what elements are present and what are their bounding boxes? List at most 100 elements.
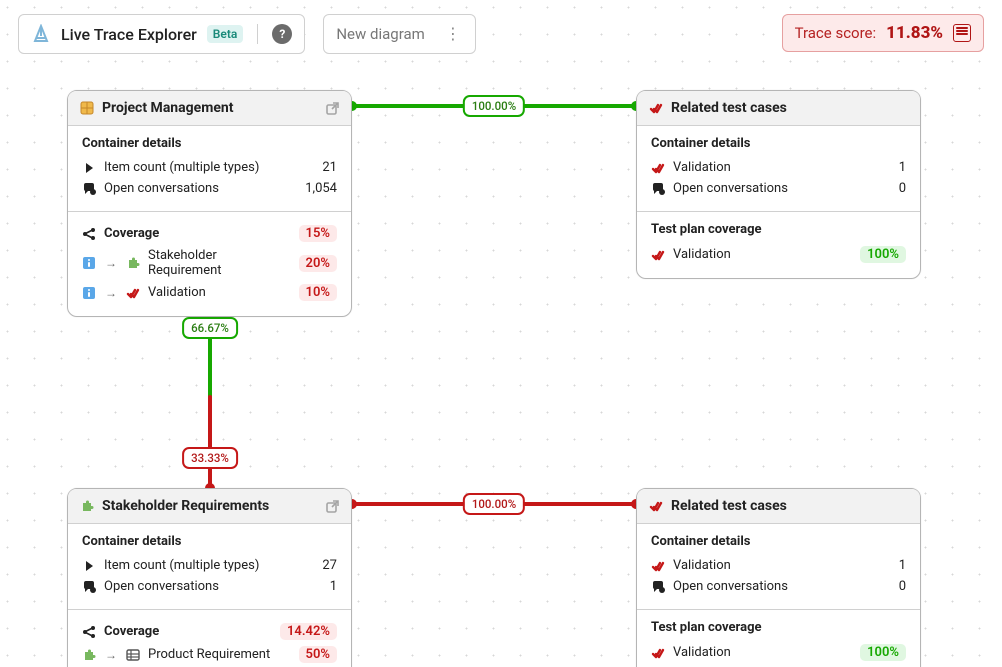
detail-row-item-count: Item count (multiple types) 27 — [82, 555, 337, 576]
coverage-section: Coverage 14.42% → Product Requirement 50… — [68, 609, 351, 667]
row-value: 20% — [299, 255, 337, 272]
row-value: 0 — [899, 579, 906, 594]
plan-row: Validation 100% — [651, 243, 906, 266]
puzzle-icon — [82, 648, 96, 662]
top-bar: Live Trace Explorer Beta ? New diagram ⋮ — [18, 14, 476, 54]
row-label: Stakeholder Requirement — [148, 248, 291, 278]
node-title: Project Management — [102, 100, 233, 116]
node-project-management[interactable]: Project Management Container details Ite… — [67, 90, 352, 317]
row-label: Validation — [673, 160, 731, 175]
row-value: 1 — [899, 558, 906, 573]
arrow-icon: → — [105, 256, 117, 270]
row-value: 1 — [330, 579, 337, 594]
node-related-tests-stakeholder[interactable]: Related test cases Container details Val… — [636, 488, 921, 667]
node-header: Project Management — [68, 91, 351, 126]
row-label: Item count (multiple types) — [104, 558, 259, 573]
container-details-section: Container details Item count (multiple t… — [68, 524, 351, 609]
row-label: Validation — [148, 285, 206, 300]
detail-row-item-count: Item count (multiple types) 21 — [82, 157, 337, 178]
row-value: 10% — [299, 284, 337, 301]
section-heading: Container details — [82, 534, 337, 549]
row-label: Validation — [673, 645, 731, 660]
calculator-icon — [953, 24, 971, 42]
caret-right-icon — [82, 161, 96, 175]
section-heading: Coverage — [104, 624, 159, 639]
row-value: 100% — [860, 246, 906, 263]
coverage-row: → Product Requirement 50% — [82, 643, 337, 666]
detail-row: Open conversations 0 — [651, 178, 906, 199]
separator — [257, 24, 258, 44]
row-label: Open conversations — [673, 579, 788, 594]
detail-row: Validation 1 — [651, 555, 906, 576]
trace-score-value: 11.83% — [886, 23, 943, 43]
check-icon — [126, 286, 140, 300]
detail-row: Open conversations 0 — [651, 576, 906, 597]
check-icon — [649, 499, 663, 513]
trace-score-badge[interactable]: Trace score: 11.83% — [782, 14, 984, 52]
diagram-canvas[interactable]: Live Trace Explorer Beta ? New diagram ⋮… — [0, 0, 1002, 667]
row-value: 27 — [322, 558, 337, 573]
row-value: 0 — [899, 181, 906, 196]
chat-icon — [82, 580, 96, 594]
grid-icon — [80, 101, 94, 115]
share-icon — [82, 227, 96, 241]
table-icon — [126, 648, 140, 662]
app-logo-icon — [31, 24, 51, 44]
puzzle-icon — [80, 499, 94, 513]
detail-row-open-conversations: Open conversations 1 — [82, 576, 337, 597]
row-label: Open conversations — [104, 181, 219, 196]
new-diagram-button[interactable]: New diagram ⋮ — [323, 14, 475, 54]
open-external-icon[interactable] — [325, 101, 339, 115]
edge-pm-down-red-label: 33.33% — [182, 447, 238, 469]
more-menu-icon[interactable]: ⋮ — [443, 26, 463, 42]
edge-pm-down-green-label: 66.67% — [182, 317, 238, 339]
arrow-icon: → — [105, 648, 117, 662]
coverage-heading-row: Coverage 15% — [82, 222, 337, 245]
share-icon — [82, 625, 96, 639]
container-details-section: Container details Validation 1 Open conv… — [637, 524, 920, 609]
caret-right-icon — [82, 559, 96, 573]
row-value: 21 — [322, 160, 337, 175]
coverage-row: → Validation 10% — [82, 281, 337, 304]
check-icon — [651, 248, 665, 262]
row-value: 50% — [299, 646, 337, 663]
coverage-row: → Stakeholder Requirement 20% — [82, 245, 337, 281]
node-title: Related test cases — [671, 100, 787, 116]
chat-icon — [651, 182, 665, 196]
coverage-section: Coverage 15% → Stakeholder Requirement 2… — [68, 211, 351, 316]
section-heading: Test plan coverage — [651, 222, 906, 237]
app-title: Live Trace Explorer — [61, 25, 197, 44]
detail-row: Validation 1 — [651, 157, 906, 178]
edge-stake-to-tests-label: 100.00% — [463, 493, 525, 515]
check-icon — [651, 161, 665, 175]
edge-pm-to-tests-label: 100.00% — [463, 95, 525, 117]
coverage-total-badge: 14.42% — [280, 623, 337, 640]
row-label: Open conversations — [104, 579, 219, 594]
info-icon — [82, 256, 96, 270]
row-value: 1,054 — [305, 181, 337, 196]
node-related-tests-pm[interactable]: Related test cases Container details Val… — [636, 90, 921, 279]
container-details-section: Container details Validation 1 Open conv… — [637, 126, 920, 211]
row-label: Validation — [673, 247, 731, 262]
node-stakeholder-requirements[interactable]: Stakeholder Requirements Container detai… — [67, 488, 352, 667]
app-identity-pill: Live Trace Explorer Beta ? — [18, 14, 305, 54]
open-external-icon[interactable] — [325, 499, 339, 513]
info-icon — [82, 286, 96, 300]
row-value: 1 — [899, 160, 906, 175]
detail-row-open-conversations: Open conversations 1,054 — [82, 178, 337, 199]
new-diagram-label: New diagram — [336, 25, 424, 43]
node-title: Stakeholder Requirements — [102, 498, 269, 514]
chat-icon — [82, 182, 96, 196]
node-header: Stakeholder Requirements — [68, 489, 351, 524]
section-heading: Container details — [651, 136, 906, 151]
node-title: Related test cases — [671, 498, 787, 514]
section-heading: Container details — [651, 534, 906, 549]
container-details-section: Container details Item count (multiple t… — [68, 126, 351, 211]
chat-icon — [651, 580, 665, 594]
test-plan-coverage-section: Test plan coverage Validation 100% — [637, 609, 920, 667]
check-icon — [651, 646, 665, 660]
coverage-total-badge: 15% — [299, 225, 337, 242]
help-icon[interactable]: ? — [272, 24, 292, 44]
check-icon — [649, 101, 663, 115]
section-heading: Test plan coverage — [651, 620, 906, 635]
